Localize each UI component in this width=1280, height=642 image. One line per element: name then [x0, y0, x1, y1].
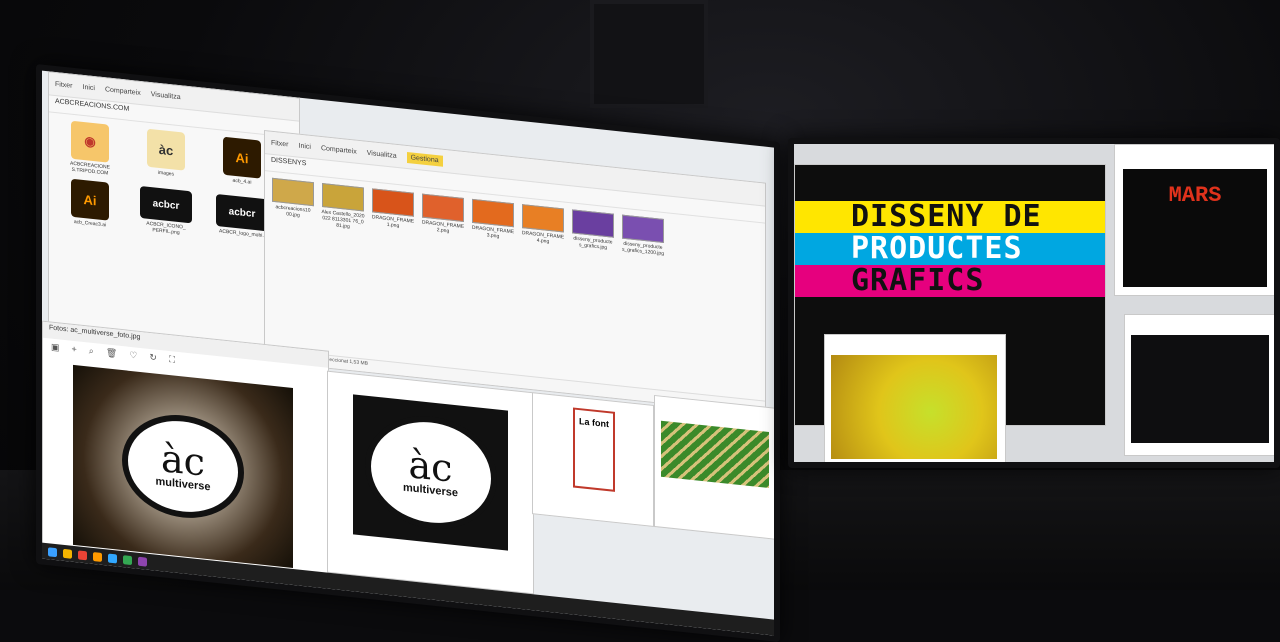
- thumbnail-label: DRAGON_FRAME 1.png: [371, 214, 415, 230]
- thumbnail-image: [322, 183, 364, 212]
- banner-line: GRAFICS: [795, 265, 1105, 297]
- photo-viewer-middle: àc multiverse: [327, 370, 534, 595]
- add-icon[interactable]: +: [72, 344, 77, 355]
- photoshop-icon[interactable]: [108, 553, 117, 564]
- windows-start-icon[interactable]: [48, 546, 57, 557]
- thumbnail-label: disseny_producte s_grafics.jpg: [573, 235, 613, 252]
- thumbnail-label: disseny_producte s_grafics_1200.jpg: [622, 240, 664, 258]
- chrome-icon: ◉: [71, 120, 109, 163]
- dark-viewer: [1124, 314, 1274, 456]
- illustrator-icon: Ai: [223, 136, 261, 179]
- wall-box: [590, 0, 708, 108]
- thumbnail-item[interactable]: DRAGON_FRAME 1.png: [371, 188, 415, 237]
- ribbon-tab[interactable]: Visualitza: [367, 149, 397, 159]
- ribbon-tab-manage[interactable]: Gestiona: [406, 151, 443, 167]
- thumbnail-image: [572, 209, 614, 238]
- apple-image: [831, 355, 997, 459]
- photo-image: àc multiverse: [73, 364, 293, 569]
- chrome-icon[interactable]: [78, 549, 87, 560]
- thumbnail-label: Alex Castello_2020 022 8113301 76_0 81.j…: [321, 209, 365, 230]
- thumbnail-label: DRAGON_FRAME 3.png: [471, 224, 515, 240]
- file-item[interactable]: acbcr ACBCR_ICONO_ PERFIL.png: [131, 185, 201, 238]
- thumbnail-item[interactable]: DRAGON_FRAME 3.png: [471, 198, 515, 248]
- zoom-icon[interactable]: ⌕: [89, 345, 94, 357]
- crop-icon[interactable]: ⛶: [169, 353, 175, 365]
- photo-image: àc multiverse: [353, 394, 508, 551]
- ribbon-tab[interactable]: Visualitza: [151, 91, 181, 101]
- thumbnail-image: [472, 198, 514, 228]
- dark-image: [1131, 335, 1269, 443]
- rotate-icon[interactable]: ↻: [149, 351, 157, 363]
- thumbnail-label: DRAGON_FRAME 4.png: [521, 230, 565, 245]
- file-label: acb_4.ai: [232, 177, 252, 186]
- thumbnail-item[interactable]: acbcreacions10 00.jpg: [271, 177, 315, 227]
- maze-image: [661, 420, 769, 489]
- thumbnail-image: [522, 204, 564, 233]
- banner-line: DISSENY DE: [795, 201, 1105, 233]
- illustrator-icon: Ai: [71, 178, 109, 221]
- left-monitor-screen: Fitxer Inici Comparteix Visualitza ACBCR…: [42, 70, 774, 636]
- ribbon-tab[interactable]: Comparteix: [321, 144, 357, 155]
- multiverse-logo: àc multiverse: [122, 409, 244, 524]
- mars-title: MARS: [1168, 183, 1222, 208]
- file-label: images: [157, 169, 175, 178]
- ribbon-tab[interactable]: Comparteix: [105, 86, 141, 97]
- mars-viewer: MARS: [1114, 144, 1274, 296]
- banner-line: PRODUCTES: [795, 233, 1105, 265]
- thumbnail-item[interactable]: DRAGON_FRAME 2.png: [421, 193, 465, 242]
- logo-text: àc: [161, 436, 205, 485]
- photo-viewer-book: La font: [532, 392, 654, 527]
- file-label: ACBCR_ICONO_ PERFIL.png: [146, 220, 186, 237]
- ribbon-tab[interactable]: Fitxer: [55, 80, 73, 89]
- favorite-icon[interactable]: ♡: [129, 349, 137, 361]
- file-explorer-icon[interactable]: [63, 548, 72, 559]
- thumbnail-image: [272, 177, 314, 207]
- file-grid: ◉ ACBCREACIONE S.TRIPOD.COM àc images Ai…: [49, 112, 299, 254]
- right-monitor-screen: DISSENY DE PRODUCTES GRAFICS MARS: [794, 144, 1274, 462]
- file-label: ACBCREACIONE S.TRIPOD.COM: [69, 160, 110, 177]
- app-icon[interactable]: [123, 554, 132, 565]
- file-item[interactable]: ◉ ACBCREACIONE S.TRIPOD.COM: [55, 119, 125, 178]
- thumbnail-label: acbcreacions10 00.jpg: [275, 204, 311, 219]
- explorer-window-back: Fitxer Inici Comparteix Visualitza ACBCR…: [48, 71, 300, 360]
- app-icon[interactable]: [138, 556, 147, 567]
- ribbon-tab[interactable]: Inici: [83, 83, 95, 91]
- thumbnail-label: DRAGON_FRAME 2.png: [421, 219, 465, 235]
- thumbnail-item[interactable]: disseny_producte s_grafics.jpg: [571, 209, 615, 258]
- thumbnail-item[interactable]: DRAGON_FRAME 4.png: [521, 204, 565, 253]
- thumbnail-image: [372, 188, 414, 217]
- file-label: acb_Creac3.ai: [73, 218, 107, 229]
- ribbon-tab[interactable]: Fitxer: [271, 139, 289, 148]
- multiverse-logo: àc multiverse: [364, 409, 497, 536]
- thumbnail-item[interactable]: disseny_producte s_grafics_1200.jpg: [621, 214, 665, 263]
- logo-text: àc: [408, 442, 453, 491]
- mars-image: MARS: [1123, 169, 1267, 287]
- left-monitor: Fitxer Inici Comparteix Visualitza ACBCR…: [36, 64, 780, 642]
- ribbon-tab[interactable]: Inici: [299, 142, 311, 150]
- book-title: La font: [579, 416, 609, 430]
- thumbnail-image: [422, 193, 464, 222]
- file-item[interactable]: àc images: [131, 127, 201, 186]
- acbcr-logo-image: acbcr: [216, 193, 268, 232]
- thumbnail-image: [622, 214, 664, 244]
- apple-viewer: [824, 334, 1006, 462]
- file-item[interactable]: Ai acb_Creac3.ai: [55, 177, 125, 230]
- photo-viewer-maze: [654, 394, 774, 540]
- acbcr-logo-image: acbcr: [140, 185, 192, 224]
- right-monitor: DISSENY DE PRODUCTES GRAFICS MARS: [788, 138, 1280, 468]
- book-cover: La font: [573, 407, 615, 492]
- delete-icon[interactable]: 🗑: [106, 347, 117, 359]
- folder-icon: àc: [147, 128, 185, 171]
- gallery-icon[interactable]: ▣: [51, 341, 60, 353]
- illustrator-icon[interactable]: [93, 551, 102, 562]
- thumbnail-item[interactable]: Alex Castello_2020 022 8113301 76_0 81.j…: [321, 183, 365, 232]
